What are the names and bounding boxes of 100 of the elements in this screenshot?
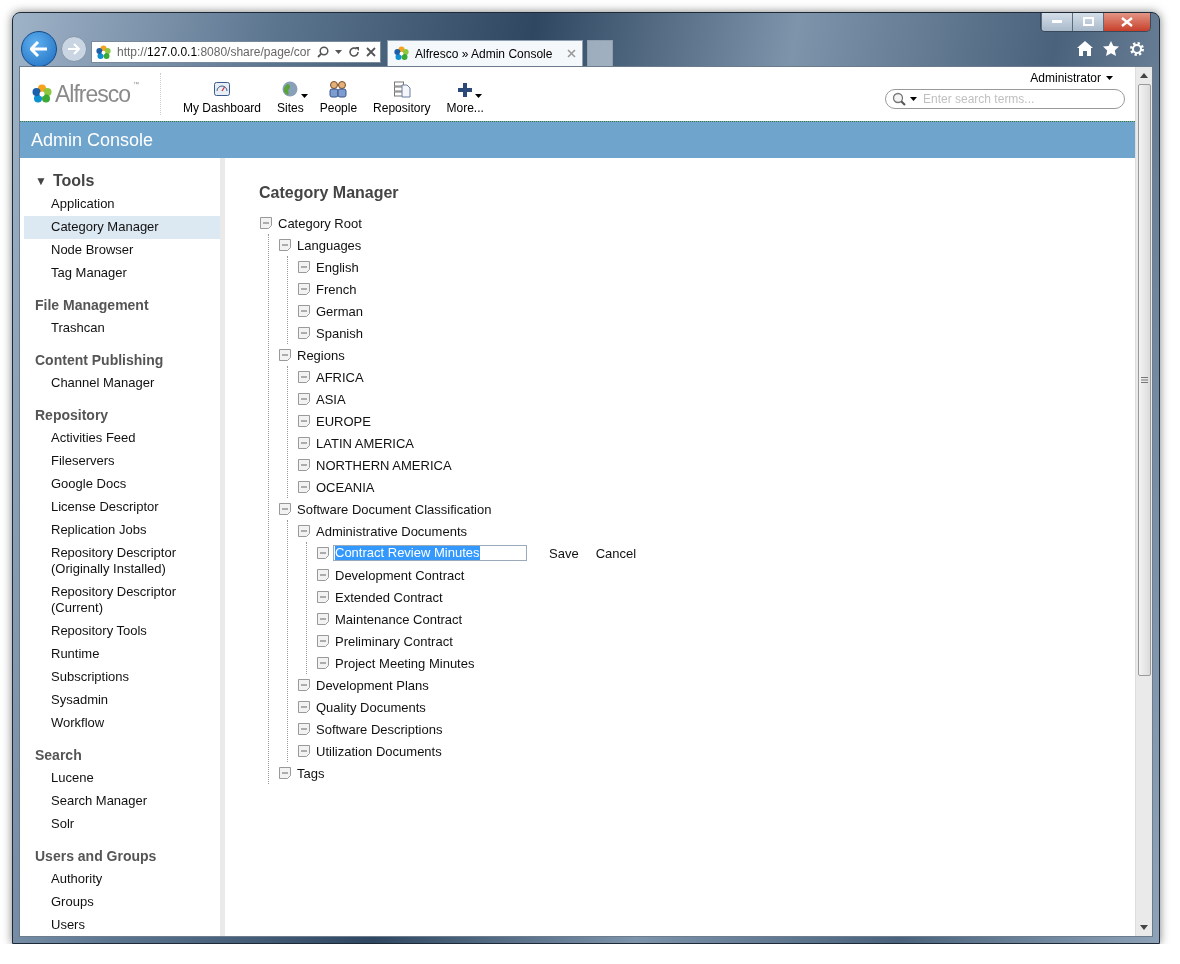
forward-button[interactable] <box>61 36 87 62</box>
collapse-icon[interactable] <box>278 766 292 780</box>
nav-item[interactable]: Repository <box>365 67 439 121</box>
collapse-icon[interactable] <box>297 722 311 736</box>
dropdown-caret-icon[interactable] <box>334 50 342 54</box>
collapse-icon[interactable] <box>297 414 311 428</box>
close-window-button[interactable] <box>1103 13 1150 31</box>
tree-node[interactable]: Software Descriptions <box>314 720 445 738</box>
tree-node[interactable]: Quality Documents <box>314 698 428 716</box>
tree-node[interactable]: Project Meeting Minutes <box>333 654 477 672</box>
collapse-icon[interactable] <box>278 502 292 516</box>
tree-node[interactable]: Administrative Documents <box>314 522 469 540</box>
back-button[interactable] <box>21 31 57 67</box>
tree-node[interactable]: OCEANIA <box>314 478 377 496</box>
collapse-icon[interactable] <box>297 282 311 296</box>
collapse-icon[interactable] <box>297 744 311 758</box>
sidebar-item[interactable]: Google Docs <box>24 473 220 496</box>
tree-node[interactable]: Utilization Documents <box>314 742 444 760</box>
tree-node[interactable]: German <box>314 302 365 320</box>
sidebar-item[interactable]: Channel Manager <box>24 372 220 395</box>
collapse-icon[interactable] <box>278 348 292 362</box>
sidebar-item[interactable]: Workflow <box>24 712 220 735</box>
tree-node[interactable]: AFRICA <box>314 368 366 386</box>
minimize-button[interactable] <box>1041 13 1072 31</box>
collapse-icon[interactable] <box>297 700 311 714</box>
scrollbar[interactable] <box>1135 67 1152 936</box>
collapse-icon[interactable] <box>297 326 311 340</box>
sidebar-item[interactable]: Repository Descriptor (Current) <box>24 581 220 620</box>
tree-node[interactable]: Category Root <box>276 214 364 232</box>
collapse-icon[interactable] <box>297 524 311 538</box>
tree-node[interactable]: Development Contract <box>333 566 467 584</box>
grip-icon[interactable] <box>1140 377 1148 383</box>
collapse-icon[interactable] <box>297 260 311 274</box>
sidebar-item[interactable]: License Descriptor <box>24 496 220 519</box>
scroll-up-icon[interactable] <box>1140 73 1148 78</box>
save-link[interactable]: Save <box>542 545 586 561</box>
sidebar-item[interactable]: Search Manager <box>24 790 220 813</box>
collapse-icon[interactable] <box>297 370 311 384</box>
search-icon[interactable] <box>892 92 906 106</box>
sidebar-item[interactable]: Subscriptions <box>24 666 220 689</box>
caret-icon[interactable] <box>910 97 917 101</box>
sidebar-item[interactable]: Repository Tools <box>24 620 220 643</box>
collapse-icon[interactable] <box>316 612 330 626</box>
tree-node[interactable]: LATIN AMERICA <box>314 434 416 452</box>
toggle-triangle[interactable]: ▼ <box>35 174 47 188</box>
collapse-icon[interactable] <box>278 238 292 252</box>
close-icon[interactable] <box>365 47 376 57</box>
sidebar-item[interactable]: Node Browser <box>24 239 220 262</box>
home-icon[interactable] <box>1077 41 1093 56</box>
refresh-icon[interactable] <box>347 46 360 58</box>
tree-node[interactable]: English <box>314 258 361 276</box>
star-icon[interactable] <box>1103 41 1119 56</box>
sidebar-item[interactable]: Authority <box>24 868 220 891</box>
nav-item[interactable]: People <box>311 67 366 121</box>
sidebar-item[interactable]: Tag Manager <box>24 262 220 285</box>
collapse-icon[interactable] <box>297 392 311 406</box>
collapse-icon[interactable] <box>316 656 330 670</box>
collapse-icon[interactable] <box>297 480 311 494</box>
search-icon[interactable] <box>316 46 329 58</box>
collapse-icon[interactable] <box>316 568 330 582</box>
sidebar-item[interactable]: Runtime <box>24 643 220 666</box>
tree-node[interactable]: NORTHERN AMERICA <box>314 456 454 474</box>
user-menu[interactable]: Administrator <box>1030 71 1113 85</box>
sidebar-item[interactable]: Category Manager <box>24 216 220 239</box>
tree-node[interactable]: Software Document Classification <box>295 500 494 518</box>
sidebar-item[interactable]: Fileservers <box>24 450 220 473</box>
browser-tab[interactable]: Alfresco » Admin Console <box>387 40 583 66</box>
sidebar-item[interactable]: Sysadmin <box>24 689 220 712</box>
nav-item[interactable]: My Dashboard <box>175 67 270 121</box>
settings-icon[interactable] <box>1129 41 1145 57</box>
tree-node[interactable]: Preliminary Contract <box>333 632 455 650</box>
collapse-icon[interactable] <box>297 436 311 450</box>
tree-node[interactable]: EUROPE <box>314 412 373 430</box>
sidebar-item[interactable]: Lucene <box>24 767 220 790</box>
scroll-down-icon[interactable] <box>1140 925 1148 930</box>
cancel-link[interactable]: Cancel <box>588 545 644 561</box>
tree-node[interactable]: Maintenance Contract <box>333 610 465 628</box>
sidebar-item[interactable]: Users <box>24 914 220 936</box>
nav-item[interactable]: Sites <box>269 67 312 121</box>
tree-node[interactable]: ASIA <box>314 390 348 408</box>
maximize-button[interactable] <box>1072 13 1103 31</box>
collapse-icon[interactable] <box>316 590 330 604</box>
sidebar-item[interactable]: Replication Jobs <box>24 519 220 542</box>
collapse-icon[interactable] <box>316 546 330 560</box>
tree-node[interactable]: Languages <box>295 236 364 254</box>
sidebar-item[interactable]: Application <box>24 193 220 216</box>
tree-node[interactable]: Spanish <box>314 324 365 342</box>
sidebar-item[interactable]: Activities Feed <box>24 427 220 450</box>
tree-node[interactable]: Regions <box>295 346 347 364</box>
collapse-icon[interactable] <box>259 216 273 230</box>
collapse-icon[interactable] <box>297 678 311 692</box>
collapse-icon[interactable] <box>297 458 311 472</box>
tree-node[interactable]: French <box>314 280 359 298</box>
sidebar-item[interactable]: Groups <box>24 891 220 914</box>
address-bar[interactable]: http://127.0.0.1:8080/share/page/cor <box>91 41 381 63</box>
nav-item[interactable]: More... <box>438 67 492 121</box>
sidebar-item[interactable]: Trashcan <box>24 317 220 340</box>
collapse-icon[interactable] <box>316 634 330 648</box>
collapse-icon[interactable] <box>297 304 311 318</box>
sidebar-item[interactable]: Repository Descriptor (Originally Installed) <box>24 542 220 581</box>
